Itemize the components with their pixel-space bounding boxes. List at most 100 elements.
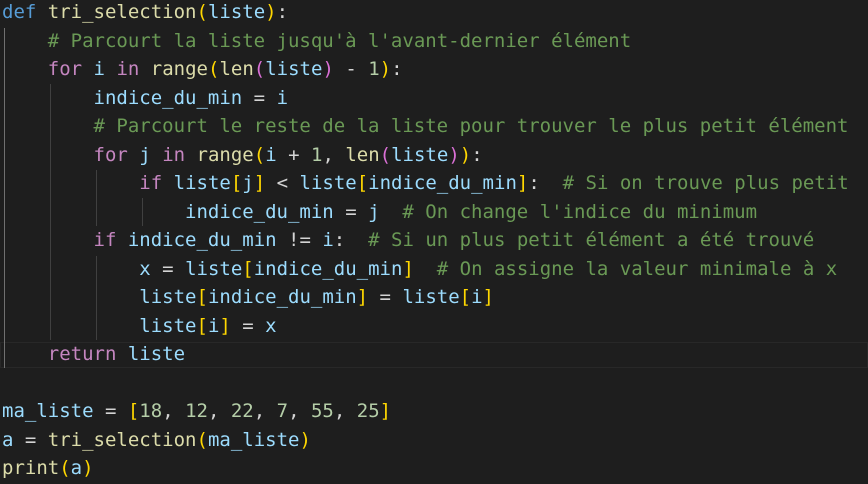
code-line[interactable]: x = liste[indice_du_min] # On assigne la… xyxy=(2,255,837,283)
code-token: 1 xyxy=(310,144,323,166)
code-token: ] xyxy=(253,172,266,194)
code-token: ) xyxy=(448,144,460,166)
code-token: liste xyxy=(207,1,266,23)
code-token: : xyxy=(528,172,563,194)
code-token: ( xyxy=(253,58,266,80)
code-token: # Si on trouve plus petit xyxy=(562,172,849,194)
code-token: != xyxy=(276,229,323,251)
code-token: = xyxy=(150,258,186,280)
code-token: tri_selection xyxy=(47,429,197,451)
code-token: # Si un plus petit élément a été trouvé xyxy=(368,229,815,251)
code-token: ( xyxy=(253,144,266,166)
code-token: in xyxy=(162,144,186,166)
code-token: ) xyxy=(379,58,392,80)
code-token: , xyxy=(162,400,186,422)
code-token: 1 xyxy=(368,58,380,80)
code-token: 18 xyxy=(139,400,163,422)
code-line[interactable]: liste[i] = x xyxy=(2,312,276,340)
code-token: a xyxy=(70,457,83,479)
code-token: 55 xyxy=(310,400,334,422)
code-token: i xyxy=(207,315,220,337)
code-line[interactable]: if liste[j] < liste[indice_du_min]: # Si… xyxy=(2,169,849,197)
code-editor[interactable]: def tri_selection(liste): # Parcourt la … xyxy=(0,0,868,484)
code-token: liste xyxy=(185,258,243,280)
code-token: 22 xyxy=(230,400,254,422)
code-token: ) xyxy=(265,1,277,23)
code-token: , xyxy=(253,400,277,422)
code-token: in xyxy=(116,58,140,80)
code-token: i xyxy=(93,58,105,80)
code-token: ] xyxy=(356,286,369,308)
code-line[interactable]: # Parcourt la liste jusqu'à l'avant-dern… xyxy=(2,27,631,55)
code-token: = xyxy=(368,286,403,308)
code-token: < xyxy=(265,172,300,194)
code-token: [ xyxy=(196,315,208,337)
code-token: [ xyxy=(242,258,254,280)
code-token: for xyxy=(93,144,128,166)
code-line[interactable]: # Parcourt le reste de la liste pour tro… xyxy=(2,112,849,140)
code-token: j xyxy=(368,201,380,223)
code-token: ] xyxy=(219,315,231,337)
code-token: , xyxy=(333,400,357,422)
code-line[interactable]: print(a) xyxy=(2,454,94,482)
code-token: [ xyxy=(459,286,472,308)
code-token: indice_du_min xyxy=(368,172,517,194)
code-token: indice_du_min xyxy=(93,87,243,109)
code-token: ( xyxy=(208,58,220,80)
code-line[interactable]: if indice_du_min != i: # Si un plus peti… xyxy=(2,226,815,254)
code-token: liste xyxy=(299,172,357,194)
code-token: j xyxy=(139,144,151,166)
code-token: ( xyxy=(59,457,71,479)
code-token: ma_liste xyxy=(207,429,300,451)
code-token: = xyxy=(333,201,369,223)
code-token: liste xyxy=(402,286,460,308)
code-token: , xyxy=(207,400,231,422)
code-token: len xyxy=(345,144,380,166)
code-token: range xyxy=(150,58,208,80)
code-line[interactable]: indice_du_min = j # On change l'indice d… xyxy=(2,198,757,226)
code-token: # Parcourt la liste jusqu'à l'avant-dern… xyxy=(47,30,632,52)
code-token: liste xyxy=(391,144,449,166)
code-line[interactable]: for j in range(i + 1, len(liste)): xyxy=(2,141,483,169)
code-token: ] xyxy=(379,400,392,422)
code-token: ) xyxy=(299,429,311,451)
code-token: liste xyxy=(139,315,197,337)
code-token: : xyxy=(471,144,483,166)
code-line[interactable]: for i in range(len(liste) - 1): xyxy=(2,55,403,83)
code-token: for xyxy=(47,58,83,80)
code-line[interactable]: def tri_selection(liste): xyxy=(2,0,288,26)
code-line[interactable]: liste[indice_du_min] = liste[i] xyxy=(2,283,494,311)
code-token: print xyxy=(2,457,60,479)
code-token: tri_selection xyxy=(47,1,197,23)
code-line[interactable]: return liste xyxy=(2,340,185,368)
code-line[interactable]: ma_liste = [18, 12, 22, 7, 55, 25] xyxy=(2,397,391,425)
code-token: a xyxy=(2,429,14,451)
code-token: = xyxy=(242,87,277,109)
code-token: ma_liste xyxy=(2,400,94,422)
code-token: = xyxy=(13,429,48,451)
code-line[interactable]: a = tri_selection(ma_liste) xyxy=(2,426,311,454)
code-token: # Parcourt le reste de la liste pour tro… xyxy=(93,115,849,137)
code-token: ) xyxy=(459,144,472,166)
code-token: indice_du_min xyxy=(185,201,334,223)
code-line[interactable]: indice_du_min = i xyxy=(2,84,289,112)
code-token: liste xyxy=(265,58,323,80)
code-token: 7 xyxy=(276,400,289,422)
code-token: ) xyxy=(82,457,94,479)
code-token: : xyxy=(391,58,403,80)
code-token: ] xyxy=(516,172,529,194)
code-token: ( xyxy=(379,144,392,166)
